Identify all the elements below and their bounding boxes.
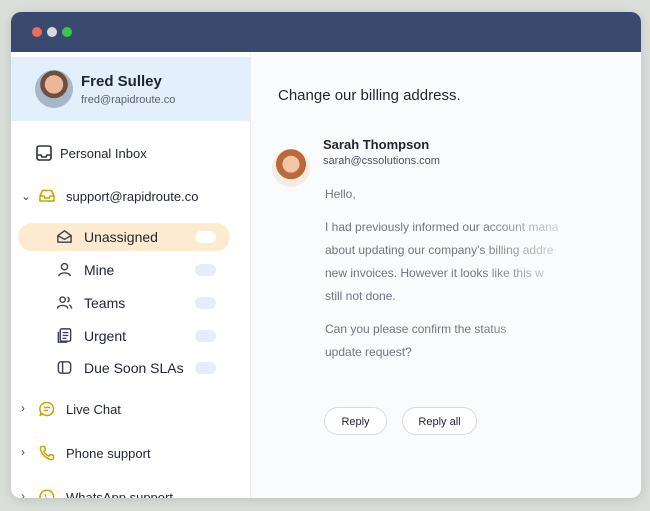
chevron-right-icon[interactable]: › — [21, 401, 25, 415]
inbox-icon — [39, 189, 55, 202]
documents-icon — [57, 328, 72, 343]
message-greeting: Hello, — [325, 187, 356, 201]
sender-avatar — [272, 149, 310, 187]
close-window-button[interactable] — [32, 27, 42, 37]
sender-name: Sarah Thompson — [323, 137, 430, 152]
reply-button[interactable]: Reply — [324, 407, 387, 435]
minimize-window-button[interactable] — [47, 27, 57, 37]
message-body-line: still not done. — [325, 289, 396, 303]
user-profile[interactable]: Fred Sulley fred@rapidroute.co — [11, 57, 250, 121]
count-badge — [195, 264, 216, 276]
inbox-tray-icon — [36, 145, 52, 161]
sidebar-item-due-soon-slas[interactable]: Due Soon SLAs — [18, 354, 230, 382]
message-panel: Change our billing address. Sarah Thomps… — [251, 52, 641, 498]
count-badge — [195, 297, 216, 309]
user-icon — [58, 262, 71, 277]
chevron-right-icon[interactable]: › — [21, 489, 25, 498]
sidebar-item-phone-support[interactable]: › Phone support — [11, 438, 250, 468]
sidebar-item-label: Mine — [84, 262, 115, 278]
users-icon — [56, 296, 73, 309]
sidebar-item-label: Unassigned — [84, 229, 158, 245]
half-square-icon — [57, 361, 72, 374]
sidebar-item-mine[interactable]: Mine — [18, 256, 230, 284]
sidebar-item-label: Teams — [84, 295, 126, 311]
user-email: fred@rapidroute.co — [81, 94, 176, 106]
sidebar-item-urgent[interactable]: Urgent — [18, 322, 230, 350]
sidebar-item-label: Live Chat — [66, 402, 121, 417]
maximize-window-button[interactable] — [62, 27, 72, 37]
sidebar-group-support[interactable]: ⌄ support@rapidroute.co — [11, 181, 250, 211]
sidebar-item-teams[interactable]: Teams — [18, 289, 230, 317]
sidebar-item-label: Urgent — [84, 328, 127, 344]
phone-icon — [39, 445, 55, 461]
sidebar-group-label: support@rapidroute.co — [66, 189, 199, 204]
title-bar — [11, 12, 641, 52]
app-window: Fred Sulley fred@rapidroute.co Personal … — [11, 12, 641, 498]
user-avatar — [35, 70, 73, 108]
envelope-open-icon — [57, 230, 72, 243]
sidebar-item-label: Phone support — [66, 446, 151, 461]
whatsapp-icon — [39, 489, 55, 498]
count-badge — [195, 231, 216, 243]
reply-all-button[interactable]: Reply all — [402, 407, 477, 435]
sidebar-item-unassigned[interactable]: Unassigned — [18, 223, 230, 251]
count-badge — [195, 362, 216, 374]
sidebar-item-live-chat[interactable]: › Live Chat — [11, 394, 250, 424]
message-body-line: update request? — [325, 345, 412, 359]
sidebar: Fred Sulley fred@rapidroute.co Personal … — [11, 52, 251, 498]
chat-bubble-icon — [39, 401, 55, 417]
sidebar-item-personal-inbox[interactable]: Personal Inbox — [11, 138, 250, 168]
message-subject: Change our billing address. — [278, 87, 461, 104]
user-name: Fred Sulley — [81, 73, 162, 90]
sidebar-item-whatsapp-support[interactable]: › WhatsApp support — [11, 482, 250, 498]
text-fade-overlay — [481, 202, 641, 382]
chevron-down-icon[interactable]: ⌄ — [21, 189, 31, 203]
sidebar-item-label: Personal Inbox — [60, 146, 147, 161]
chevron-right-icon[interactable]: › — [21, 445, 25, 459]
sidebar-item-label: Due Soon SLAs — [84, 360, 184, 376]
message-body-line: Can you please confirm the status — [325, 322, 507, 336]
sidebar-item-label: WhatsApp support — [66, 490, 173, 498]
count-badge — [195, 330, 216, 342]
sender-email: sarah@cssolutions.com — [323, 155, 440, 167]
